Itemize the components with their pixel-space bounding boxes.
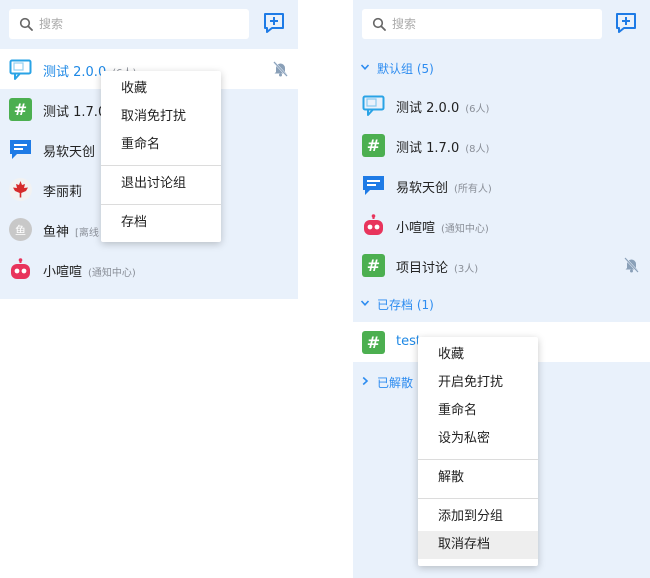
menu-item-rename[interactable]: 重命名	[101, 131, 221, 159]
menu-separator	[418, 459, 538, 460]
robot-icon	[364, 214, 383, 235]
group-header-default[interactable]: 默认组 (5)	[353, 57, 650, 79]
chat-bubble-icon	[362, 95, 385, 116]
hash-icon: #	[362, 254, 385, 277]
menu-separator	[101, 165, 221, 166]
menu-item-mute[interactable]: 开启免打扰	[418, 369, 538, 397]
maple-leaf-avatar	[9, 178, 32, 201]
chat-bubble-icon	[9, 59, 32, 80]
conversation-name: 李丽莉	[43, 185, 83, 200]
search-input[interactable]	[392, 9, 592, 39]
conversation-item[interactable]: 易软天创 (所有人)	[353, 165, 650, 205]
menu-separator	[418, 498, 538, 499]
group-header-archived[interactable]: 已存档 (1)	[353, 293, 650, 315]
svg-text:#: #	[14, 100, 27, 119]
conversation-name: 测试 2.0.0(6人)	[396, 101, 490, 116]
muted-bell-icon	[273, 61, 288, 77]
svg-text:#: #	[367, 136, 380, 155]
conversation-name: 小喧喧 (通知中心)	[43, 265, 136, 280]
left-conversation-panel: 测试 2.0.0(6人) # 测试 1.7.0 易软天创 李丽莉	[0, 0, 298, 299]
conversation-name: 鱼神 [离线	[43, 225, 99, 240]
search-box[interactable]	[362, 9, 602, 39]
right-conversation-panel: 默认组 (5) 测试 2.0.0(6人) # 测试 1.7.0(8人) 易软天创…	[353, 0, 650, 578]
search-icon	[19, 17, 33, 31]
conversation-name: 易软天创 (所有人)	[396, 181, 492, 196]
context-menu: 收藏 取消免打扰 重命名 退出讨论组 存档	[101, 71, 221, 242]
new-chat-icon[interactable]	[263, 12, 285, 34]
message-icon	[363, 176, 384, 195]
conversation-name: 项目讨论 (3人)	[396, 261, 479, 276]
new-chat-icon[interactable]	[615, 12, 637, 34]
hash-icon: #	[9, 98, 32, 121]
menu-separator	[101, 204, 221, 205]
menu-item-leave-group[interactable]: 退出讨论组	[101, 170, 221, 198]
search-input[interactable]	[39, 9, 239, 39]
text-avatar: 鱼	[9, 218, 32, 241]
search-box[interactable]	[9, 9, 249, 39]
chevron-down-icon	[360, 300, 370, 306]
menu-item-favorite[interactable]: 收藏	[101, 75, 221, 103]
conversation-name: 易软天创	[43, 145, 96, 160]
menu-item-rename[interactable]: 重命名	[418, 397, 538, 425]
search-icon	[372, 17, 386, 31]
menu-item-add-to-group[interactable]: 添加到分组	[418, 503, 538, 531]
chevron-right-icon	[362, 376, 369, 386]
menu-item-set-private[interactable]: 设为私密	[418, 425, 538, 453]
conversation-item[interactable]: # 项目讨论 (3人)	[353, 245, 650, 285]
conversation-name: 测试 1.7.0	[43, 105, 107, 120]
chevron-down-icon	[360, 64, 370, 70]
message-icon	[10, 140, 31, 159]
robot-icon	[11, 258, 30, 279]
hash-icon: #	[362, 331, 385, 354]
conversation-item[interactable]: 小喧喧 (通知中心)	[0, 249, 298, 289]
hash-icon: #	[362, 134, 385, 157]
menu-item-favorite[interactable]: 收藏	[418, 341, 538, 369]
muted-bell-icon	[624, 257, 639, 273]
context-menu: 收藏 开启免打扰 重命名 设为私密 解散 添加到分组 取消存档	[418, 337, 538, 566]
svg-text:#: #	[367, 333, 380, 352]
menu-item-unmute[interactable]: 取消免打扰	[101, 103, 221, 131]
menu-item-unarchive[interactable]: 取消存档	[418, 531, 538, 559]
conversation-name: 测试 1.7.0 (8人)	[396, 141, 490, 156]
conversation-item[interactable]: 小喧喧 (通知中心)	[353, 205, 650, 245]
conversation-item[interactable]: 测试 2.0.0(6人)	[353, 85, 650, 125]
menu-item-archive[interactable]: 存档	[101, 209, 221, 237]
conversation-name: 小喧喧 (通知中心)	[396, 221, 489, 236]
conversation-item[interactable]: # 测试 1.7.0 (8人)	[353, 125, 650, 165]
menu-item-dismiss[interactable]: 解散	[418, 464, 538, 492]
svg-text:#: #	[367, 256, 380, 275]
